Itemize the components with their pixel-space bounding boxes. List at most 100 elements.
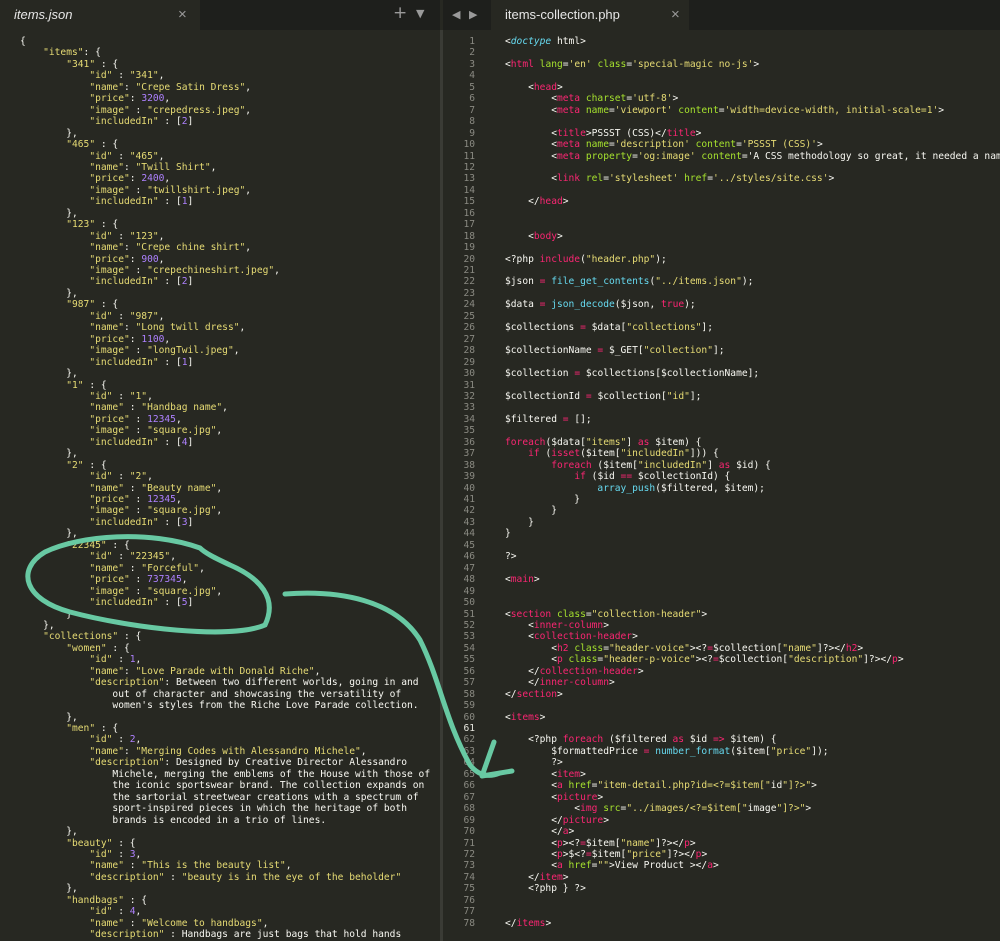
- code-line: </inner-column>: [505, 677, 615, 689]
- line-number: 61: [463, 723, 475, 734]
- code-line: },: [20, 368, 78, 380]
- line-number: 77: [463, 906, 475, 918]
- code-line: "name" : "Beauty name",: [89, 482, 223, 494]
- code-line: },: [20, 207, 78, 219]
- code-line: <?php } ?>: [505, 883, 586, 895]
- code-line: <body>: [505, 230, 563, 242]
- line-number: 3: [469, 58, 475, 70]
- line-number: 12: [463, 161, 475, 173]
- line-number: 2: [469, 47, 475, 59]
- code-line: "image" : "square.jpg",: [89, 425, 223, 437]
- code-line: }: [20, 608, 72, 620]
- line-number: 66: [463, 780, 475, 792]
- chevron-down-icon[interactable]: ▼: [416, 7, 424, 20]
- line-number: 29: [463, 356, 475, 368]
- code-line: "id" : 1,: [89, 654, 142, 666]
- line-number: 54: [463, 642, 475, 654]
- line-number: 59: [463, 700, 475, 712]
- code-line: "id" : "22345",: [89, 551, 176, 563]
- close-tab-icon[interactable]: ×: [671, 0, 680, 30]
- tab-items-collection-php[interactable]: items-collection.php ×: [491, 0, 689, 30]
- close-tab-icon[interactable]: ×: [178, 0, 187, 30]
- code-line: },: [20, 287, 78, 299]
- code-line: if (isset($item["includedIn"])) {: [528, 448, 719, 460]
- code-line: "id" : "341",: [89, 70, 165, 82]
- line-number: 37: [463, 448, 475, 460]
- line-number: 40: [463, 482, 475, 494]
- line-number: 58: [463, 688, 475, 700]
- code-line: <inner-column>: [505, 619, 609, 631]
- code-line: "name" : "Forceful",: [89, 562, 205, 574]
- code-line: "1" : {: [66, 379, 107, 391]
- code-line: "image" : "twillshirt.jpeg",: [89, 184, 252, 196]
- line-number: 1: [469, 36, 475, 47]
- line-number: 19: [463, 242, 475, 254]
- tab-items-json[interactable]: items.json ×: [0, 0, 200, 30]
- code-line: "includedIn" : [1]: [89, 356, 194, 368]
- code-line: "price": 2400,: [89, 173, 171, 185]
- line-number: 34: [463, 413, 475, 425]
- code-line: },: [20, 711, 78, 723]
- code-line: "id" : "465",: [89, 150, 165, 162]
- line-number: 30: [463, 368, 475, 380]
- code-line: ?>: [505, 757, 563, 769]
- code-line: $json = file_get_contents("../items.json…: [505, 276, 754, 288]
- code-line: </items>: [505, 917, 552, 929]
- line-number: 11: [463, 150, 475, 162]
- code-line: },: [20, 448, 78, 460]
- code-line: }: [505, 505, 557, 517]
- line-number: 53: [463, 631, 475, 643]
- code-line: }: [505, 516, 534, 528]
- line-number: 23: [463, 287, 475, 299]
- left-editor[interactable]: { "items": { "341" : { "id" : "341", "na…: [0, 30, 440, 941]
- line-number: 31: [463, 379, 475, 391]
- line-number: 71: [463, 837, 475, 849]
- code-line: "id" : "987",: [89, 310, 165, 322]
- line-number: 75: [463, 883, 475, 895]
- code-line: "id" : 4,: [89, 906, 142, 918]
- code-line: "id" : "123",: [89, 230, 165, 242]
- line-number: 6: [469, 93, 475, 105]
- code-line: $formattedPrice = number_format($item["p…: [551, 745, 829, 757]
- line-number: 7: [469, 104, 475, 116]
- line-number: 5: [469, 81, 475, 93]
- line-number: 73: [463, 860, 475, 872]
- code-line: <h2 class="header-voice"><?=$collection[…: [505, 642, 864, 654]
- code-line: the iconic sportswear brand. The collect…: [20, 780, 425, 792]
- line-number: 67: [463, 791, 475, 803]
- plus-icon[interactable]: +: [393, 3, 407, 23]
- code-line: "465" : {: [66, 139, 119, 151]
- arrow-left-icon[interactable]: ◀: [452, 8, 460, 21]
- arrow-right-icon[interactable]: ▶: [469, 8, 477, 21]
- line-number: 45: [463, 539, 475, 551]
- code-line: "description" : "beauty is in the eye of…: [89, 871, 402, 883]
- code-line: "image" : "square.jpg",: [89, 585, 223, 597]
- code-line: </section>: [505, 688, 563, 700]
- code-line: "image" : "square.jpg",: [89, 505, 223, 517]
- line-number: 46: [463, 551, 475, 563]
- code-line: <item>: [505, 768, 586, 780]
- line-number: 24: [463, 299, 475, 311]
- line-number: 43: [463, 516, 475, 528]
- code-line: "includedIn" : [2]: [89, 276, 194, 288]
- line-number: 70: [463, 826, 475, 838]
- code-line: $filtered = [];: [505, 413, 592, 425]
- line-number: 18: [463, 230, 475, 242]
- code-line: <collection-header>: [505, 631, 638, 643]
- code-line: "987" : {: [66, 299, 119, 311]
- line-number: 52: [463, 619, 475, 631]
- line-number: 17: [463, 219, 475, 231]
- line-number: 25: [463, 310, 475, 322]
- code-line: array_push($filtered, $item);: [597, 482, 765, 494]
- code-line: out of character and showcasing the vers…: [20, 688, 402, 700]
- code-line: </collection-header>: [505, 665, 644, 677]
- tab-title: items.json: [14, 7, 73, 22]
- code-line: {: [20, 36, 26, 47]
- code-line: "image" : "crepechineshirt.jpeg",: [89, 265, 280, 276]
- code-line: $collections = $data["collections"];: [505, 322, 713, 334]
- line-number: 26: [463, 322, 475, 334]
- line-number: 10: [463, 139, 475, 151]
- line-number: 41: [463, 494, 475, 505]
- code-line: "handbags" : {: [66, 894, 148, 906]
- right-editor[interactable]: 1 2 3 4 5 6 7 8 9 10 11 12 13 14 15 16 17 18 19 20 21 22 23 24 2…: [443, 30, 1000, 941]
